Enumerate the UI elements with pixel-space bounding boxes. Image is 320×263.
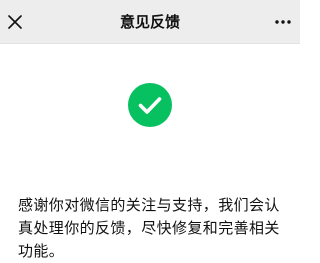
feedback-message: 感谢你对微信的关注与支持，我们会认真处理你的反馈，尽快修复和完善相关功能。 (18, 196, 280, 260)
more-button[interactable] (266, 0, 300, 44)
check-circle-icon (128, 83, 172, 127)
more-icon (275, 20, 291, 24)
close-button[interactable] (0, 0, 30, 44)
top-bar: 意见反馈 (0, 0, 300, 44)
close-icon (8, 15, 22, 29)
feedback-result: 感谢你对微信的关注与支持，我们会认真处理你的反馈，尽快修复和完善相关功能。 (0, 44, 300, 262)
page-title: 意见反馈 (119, 13, 180, 31)
